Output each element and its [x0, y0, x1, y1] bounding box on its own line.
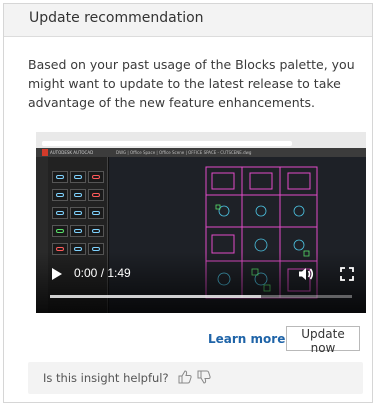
thumbnail-app-name: AUTODESK AUTOCAD: [50, 150, 94, 155]
video-player[interactable]: AUTODESK AUTOCAD DWG | Office Space | Of…: [36, 132, 366, 313]
feedback-question: Is this insight helpful?: [43, 371, 169, 385]
feedback-bar: Is this insight helpful?: [28, 362, 363, 394]
learn-more-link[interactable]: Learn more: [208, 332, 285, 346]
thumbnail-block-tile: [70, 189, 86, 201]
thumbnail-block-tile: [52, 189, 68, 201]
play-icon[interactable]: [52, 268, 62, 280]
thumbnail-block-tile: [52, 225, 68, 237]
thumbnail-block-tile: [88, 189, 104, 201]
video-controls-overlay: [36, 252, 366, 313]
thumbnail-app-tabs: DWG | Office Space | Office Scene | OFFI…: [116, 150, 252, 155]
card-header: Update recommendation: [4, 4, 372, 37]
update-now-button[interactable]: Update now: [286, 326, 360, 355]
thumbnail-block-tile: [52, 171, 68, 183]
thumbs-up-icon[interactable]: [177, 369, 193, 385]
thumbnail-block-tile: [70, 225, 86, 237]
thumbnail-browser-url: [42, 141, 292, 146]
thumbnail-block-tile: [70, 171, 86, 183]
thumbnail-block-tile: [88, 225, 104, 237]
recommendation-message: Based on your past usage of the Blocks p…: [28, 57, 355, 110]
thumbnail-block-tile: [70, 207, 86, 219]
video-time-display: 0:00 / 1:49: [74, 266, 131, 280]
thumbs-down-icon[interactable]: [196, 369, 212, 385]
insight-card: Update recommendation Based on your past…: [3, 3, 373, 403]
fullscreen-icon[interactable]: [340, 267, 354, 281]
thumbnail-block-tile: [52, 207, 68, 219]
video-progress-fill: [50, 295, 262, 298]
thumbnail-block-tile: [88, 171, 104, 183]
video-progress-bar[interactable]: [50, 295, 352, 298]
card-title: Update recommendation: [29, 10, 204, 26]
thumbnail-block-tile: [88, 207, 104, 219]
thumbnail-app-logo: [42, 149, 48, 156]
volume-icon[interactable]: [298, 267, 314, 281]
